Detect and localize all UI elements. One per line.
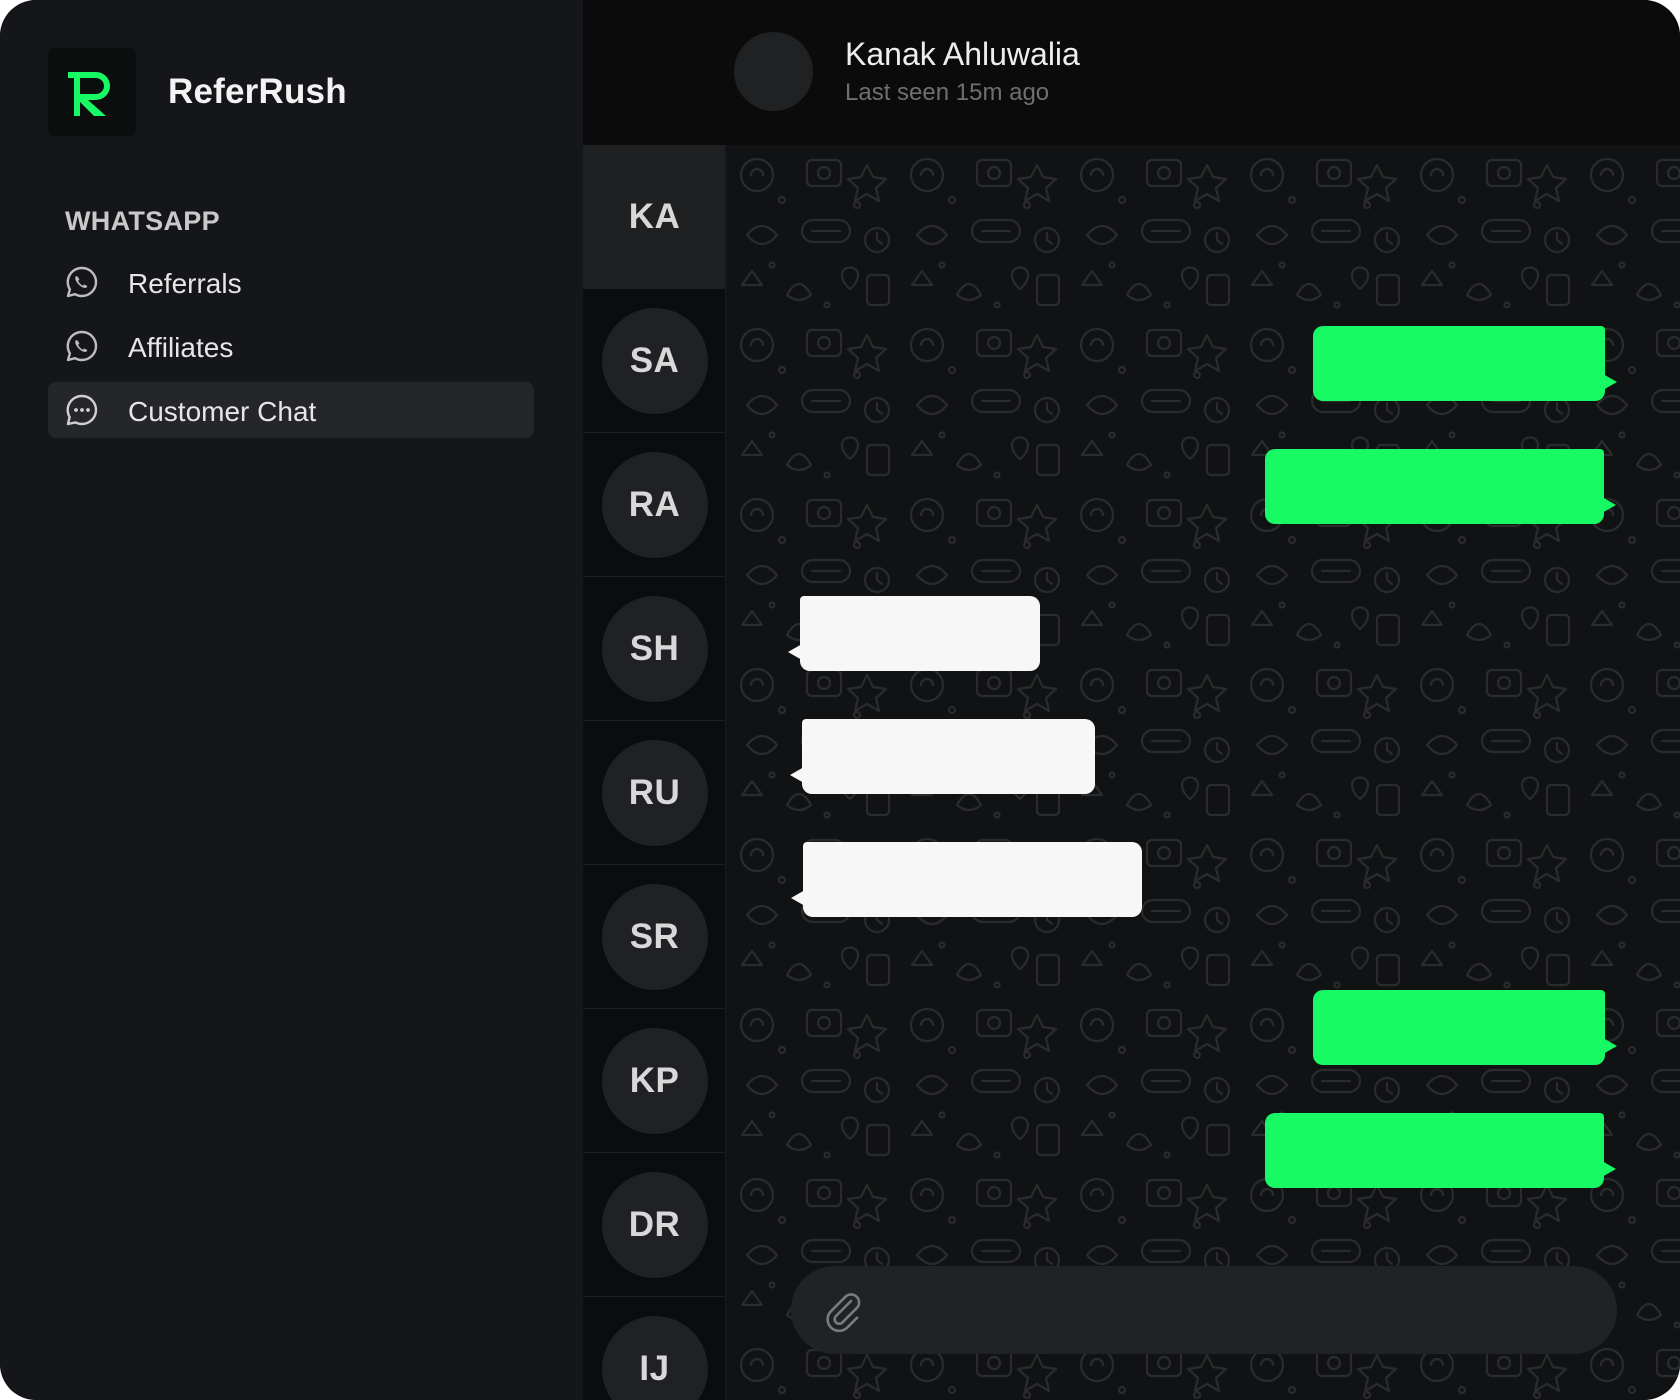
contact-item-kp[interactable]: KP <box>583 1009 725 1153</box>
contact-initials: RU <box>601 739 708 846</box>
contact-status: Last seen 15m ago <box>845 79 1050 106</box>
message-incoming[interactable] <box>790 719 1095 794</box>
contact-item-sh[interactable]: SH <box>583 577 725 721</box>
contact-list: KA SA RA SH RU SR KP DR IJ <box>583 145 726 1400</box>
sidebar-item-label: Customer Chat <box>128 396 317 427</box>
contact-initials: KP <box>601 1027 708 1134</box>
chat-header: Kanak Ahluwalia Last seen 15m ago <box>583 0 1680 145</box>
message-composer[interactable] <box>791 1266 1617 1354</box>
sidebar-item-customer-chat[interactable]: Customer Chat <box>48 382 534 438</box>
contact-avatar[interactable] <box>734 32 813 111</box>
sidebar: ReferRush WHATSAPP Referrals Affiliates <box>0 0 583 1400</box>
app-window: ReferRush WHATSAPP Referrals Affiliates <box>0 0 1680 1400</box>
paperclip-icon[interactable] <box>821 1288 865 1332</box>
brand-name: ReferRush <box>168 72 347 111</box>
sidebar-item-referrals[interactable]: Referrals <box>48 254 534 310</box>
message-outgoing[interactable] <box>1265 1113 1616 1188</box>
chat-area[interactable] <box>727 145 1680 1400</box>
message-incoming[interactable] <box>791 842 1142 917</box>
message-outgoing[interactable] <box>1265 449 1616 524</box>
contact-item-ru[interactable]: RU <box>583 721 725 865</box>
sidebar-item-affiliates[interactable]: Affiliates <box>48 318 534 374</box>
contact-item-sr[interactable]: SR <box>583 865 725 1009</box>
contact-initials: RA <box>601 451 708 558</box>
contact-name: Kanak Ahluwalia <box>845 36 1080 72</box>
contact-initials: IJ <box>601 1315 708 1400</box>
contact-item-ra[interactable]: RA <box>583 433 725 577</box>
brand-logo-icon <box>48 48 136 136</box>
contact-initials: SH <box>601 595 708 702</box>
contact-item-dr[interactable]: DR <box>583 1153 725 1297</box>
message-outgoing[interactable] <box>1313 326 1617 401</box>
whatsapp-icon <box>66 330 98 362</box>
contact-initials: KA <box>628 196 681 236</box>
contact-item-ka[interactable]: KA <box>583 145 725 289</box>
sidebar-item-label: Affiliates <box>128 332 234 363</box>
message-outgoing[interactable] <box>1313 990 1617 1065</box>
whatsapp-icon <box>66 266 98 298</box>
contact-item-sa[interactable]: SA <box>583 289 725 433</box>
contact-initials: DR <box>601 1171 708 1278</box>
contact-initials: SA <box>601 307 708 414</box>
chat-bubble-icon <box>66 394 98 426</box>
message-incoming[interactable] <box>788 596 1040 671</box>
contact-initials: SR <box>601 883 708 990</box>
sidebar-item-label: Referrals <box>128 268 242 299</box>
contact-item-ij[interactable]: IJ <box>583 1297 725 1400</box>
section-label-whatsapp: WHATSAPP <box>65 206 220 236</box>
